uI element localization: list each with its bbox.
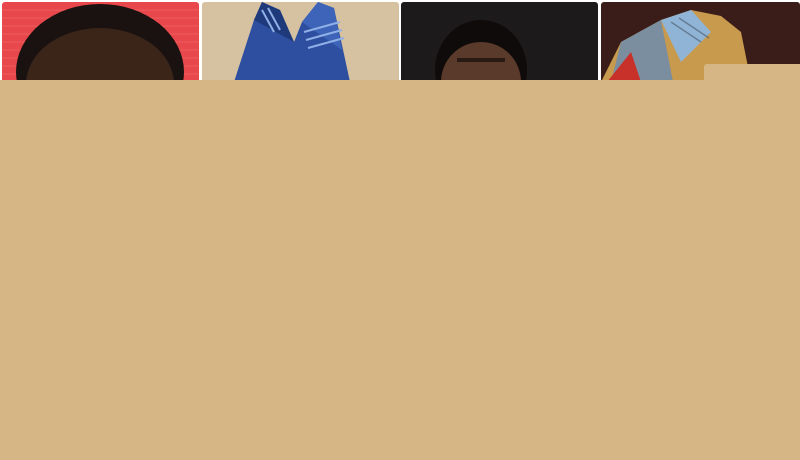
page <box>0 0 800 460</box>
gallery-thumbnail-2[interactable] <box>202 2 399 82</box>
gallery-thumbnail-3[interactable] <box>401 2 598 82</box>
fabric-photo-icon <box>202 2 399 82</box>
overlay-panel <box>0 80 800 460</box>
portrait-photo-icon <box>2 2 199 82</box>
photo-gallery-strip <box>0 0 800 82</box>
portrait-photo-icon <box>401 2 598 82</box>
gallery-thumbnail-1[interactable] <box>2 2 199 82</box>
